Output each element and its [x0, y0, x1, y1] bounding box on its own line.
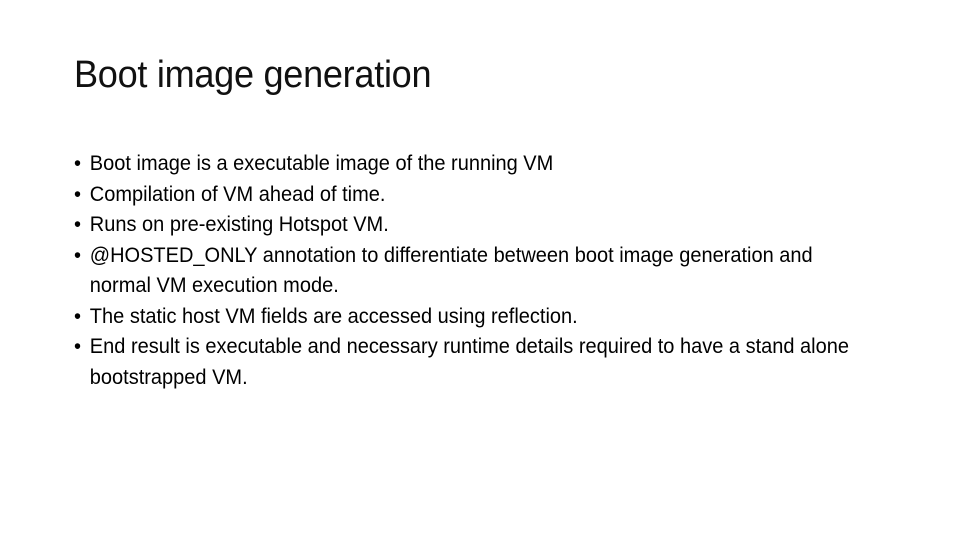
bullet-item: • @HOSTED_ONLY annotation to differentiat… — [74, 240, 843, 301]
bullet-icon: • — [74, 212, 82, 236]
bullet-icon: • — [74, 303, 82, 328]
bullet-item: • Boot image is a executable image of the… — [74, 148, 862, 179]
bullet-icon: • — [74, 334, 82, 358]
bullet-text: The static host VM fields are accessed u… — [89, 303, 578, 328]
bullet-text: @HOSTED_ONLY annotation to differentiate… — [89, 242, 813, 298]
bullet-item: • Runs on pre-existing Hotspot VM. — [74, 209, 862, 240]
bullet-item: • End result is executable and necessary … — [74, 331, 854, 392]
bullet-text: End result is executable and necessary r… — [89, 334, 849, 389]
bullet-text: Boot image is a executable image of the … — [89, 151, 554, 175]
slide-title: Boot image generation — [74, 54, 432, 96]
bullet-text: Runs on pre-existing Hotspot VM. — [89, 212, 389, 236]
bullet-list: • Boot image is a executable image of the… — [74, 148, 874, 392]
bullet-text: Compilation of VM ahead of time. — [89, 181, 386, 206]
bullet-item: • The static host VM fields are accessed … — [74, 301, 862, 332]
bullet-icon: • — [74, 242, 82, 267]
bullet-item: • Compilation of VM ahead of time. — [74, 179, 862, 210]
bullet-icon: • — [74, 151, 82, 175]
bullet-icon: • — [74, 181, 82, 206]
